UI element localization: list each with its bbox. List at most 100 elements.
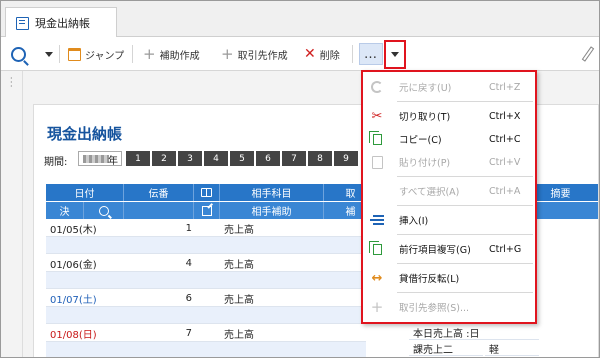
menu-item-cut[interactable]: ✂ 切り取り(T) Ctrl+X (363, 105, 535, 127)
voucher-cell: 1 (185, 223, 192, 234)
menu-item-undo[interactable]: 元に戻す(U) Ctrl+Z (363, 76, 535, 98)
external-link-icon (201, 205, 212, 216)
account-cell: 売上高 (224, 330, 254, 341)
month-button[interactable]: 6 (256, 151, 280, 166)
column-header-date[interactable]: 日付 (46, 184, 124, 201)
menu-item-insert[interactable]: 挿入(I) (363, 209, 535, 231)
table-row[interactable]: 01/06(金) 4 売上高 (46, 255, 366, 272)
menu-item-label: 挿入(I) (399, 216, 429, 227)
menu-item-label: コピー(C) (399, 135, 442, 146)
month-button[interactable]: 4 (204, 151, 228, 166)
menu-item-shortcut: Ctrl+A (489, 185, 521, 197)
column-header-sub-account[interactable]: 相手補助 (220, 202, 324, 219)
month-button[interactable]: 7 (282, 151, 306, 166)
menu-item-shortcut: Ctrl+C (489, 133, 521, 145)
menu-divider (397, 234, 533, 235)
table-row[interactable] (46, 342, 366, 357)
assist-create-label: 補助作成 (159, 50, 200, 62)
partner-create-label: 取引先作成 (237, 50, 288, 62)
table-row[interactable]: 01/07(土) 6 売上高 (46, 290, 366, 307)
search-button[interactable] (11, 37, 26, 71)
year-value-redacted (83, 155, 109, 163)
column-header-book[interactable] (194, 184, 220, 201)
menu-item-label: 前行項目複写(G) (399, 245, 471, 256)
menu-divider (397, 263, 533, 264)
menu-item-paste[interactable]: 貼り付け(P) Ctrl+V (363, 151, 535, 173)
scissors-icon: ✂ (371, 108, 383, 124)
tab-cashbook[interactable]: 現金出納帳 (5, 7, 117, 38)
table-row[interactable] (46, 237, 366, 254)
app-window: 現金出納帳 ジャンプ + 補助作成 + 取引先作成 ✕ 削除 … · · · 現… (0, 0, 600, 358)
table-row[interactable]: 01/08(日) 7 売上高 (46, 325, 366, 342)
menu-divider (397, 176, 533, 177)
year-suffix: 年 (108, 156, 118, 167)
page-title: 現金出納帳 (47, 125, 123, 143)
month-button[interactable]: 9 (334, 151, 358, 166)
summary-cell: 軽 (485, 341, 539, 356)
drag-handle-icon[interactable]: · · · (10, 75, 13, 91)
search-icon (11, 46, 26, 62)
account-cell: 売上高 (224, 260, 254, 271)
search-dropdown-button[interactable] (45, 37, 53, 71)
pen-icon[interactable] (581, 46, 595, 62)
menu-item-label: 貼り付け(P) (399, 158, 451, 169)
column-header-search[interactable] (84, 202, 124, 219)
plus-icon: + (370, 298, 384, 316)
menu-item-copy[interactable]: コピー(C) Ctrl+C (363, 128, 535, 150)
toolbar-divider (59, 45, 60, 63)
month-button[interactable]: 2 (152, 151, 176, 166)
jump-button[interactable]: ジャンプ (68, 37, 124, 71)
menu-item-label: 元に戻す(U) (399, 83, 452, 94)
month-selector: 1 2 3 4 5 6 7 8 9 (126, 151, 358, 166)
voucher-cell: 7 (185, 328, 192, 339)
menu-item-shortcut: Ctrl+G (489, 243, 522, 255)
summary-cell: 本日売上高 :日 (409, 325, 539, 340)
menu-item-label: すべて選択(A) (399, 187, 460, 198)
more-dropdown-button[interactable] (384, 40, 406, 69)
menu-item-partner-reference[interactable]: + 取引先参照(S)... (363, 296, 535, 318)
menu-item-copy-previous[interactable]: 前行項目複写(G) Ctrl+G (363, 238, 535, 260)
paste-icon (369, 154, 385, 170)
jump-label: ジャンプ (85, 50, 125, 62)
column-header-settle[interactable]: 決 (46, 202, 84, 219)
delete-button[interactable]: ✕ 削除 (304, 37, 340, 71)
month-button[interactable]: 3 (178, 151, 202, 166)
menu-item-shortcut: Ctrl+Z (489, 81, 521, 93)
plus-icon: + (221, 44, 234, 63)
plus-icon: + (143, 44, 156, 63)
month-button[interactable]: 1 (126, 151, 150, 166)
copy-row-icon (368, 240, 385, 257)
period-label: 期間: (44, 157, 68, 168)
book-icon (201, 188, 212, 197)
tab-title: 現金出納帳 (35, 17, 90, 30)
menu-item-label: 貸借行反転(L) (399, 274, 460, 285)
date-cell: 01/05(木) (50, 225, 97, 236)
summary-cell: 課売上二 (409, 341, 483, 356)
swap-icon: ↔ (371, 270, 383, 286)
column-header-account[interactable]: 相手科目 (220, 184, 324, 201)
column-header-blank (124, 202, 194, 219)
menu-item-shortcut: Ctrl+V (489, 156, 521, 168)
column-header-voucher[interactable]: 伝番 (124, 184, 194, 201)
menu-item-select-all[interactable]: すべて選択(A) Ctrl+A (363, 180, 535, 202)
more-button[interactable]: … (359, 43, 383, 65)
partner-create-button[interactable]: + 取引先作成 (221, 37, 288, 71)
chevron-down-icon (45, 51, 53, 57)
close-icon: ✕ (304, 46, 316, 62)
menu-item-label: 切り取り(T) (399, 112, 451, 123)
voucher-cell: 6 (185, 293, 192, 304)
menu-item-swap-debit-credit[interactable]: ↔ 貸借行反転(L) (363, 267, 535, 289)
chevron-down-icon (391, 52, 399, 57)
assist-create-button[interactable]: + 補助作成 (143, 37, 200, 71)
toolbar-divider (132, 45, 133, 63)
menu-divider (397, 292, 533, 293)
table-row[interactable] (46, 307, 366, 324)
undo-icon (369, 79, 385, 95)
month-button[interactable]: 8 (308, 151, 332, 166)
insert-row-icon (369, 212, 385, 228)
month-button[interactable]: 5 (230, 151, 254, 166)
table-row[interactable] (46, 272, 366, 289)
table-row[interactable]: 01/05(木) 1 売上高 (46, 220, 366, 237)
search-icon (98, 205, 109, 216)
column-header-external[interactable] (194, 202, 220, 219)
